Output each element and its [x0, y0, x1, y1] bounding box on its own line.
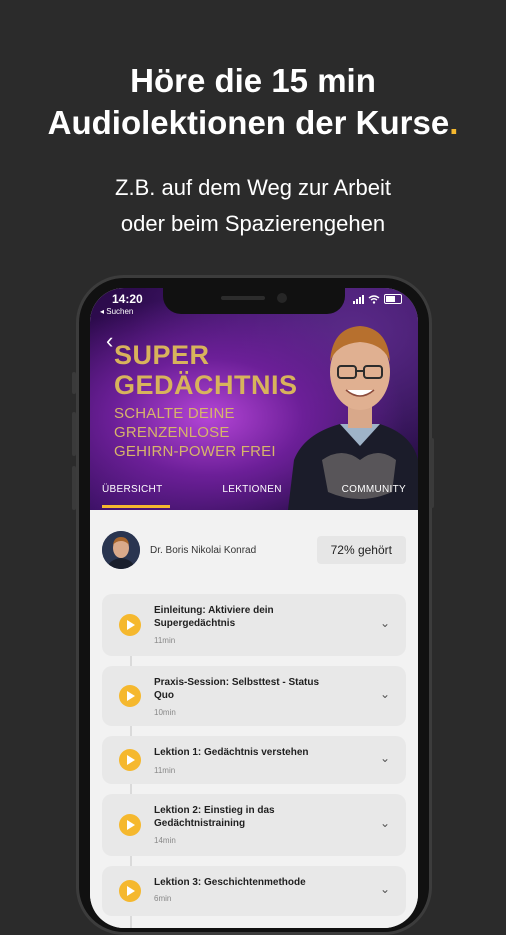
headline-dot: .: [449, 104, 459, 141]
progress-heard-badge: 72% gehört: [316, 536, 406, 564]
play-icon[interactable]: [119, 614, 141, 636]
headline-line-2-text: Audiolektionen der Kurse: [47, 104, 450, 141]
lesson-title: Einleitung: Aktiviere dein Supergedächtn…: [154, 605, 274, 629]
play-icon[interactable]: [119, 814, 141, 836]
lesson-title: Praxis-Session: Selbsttest - Status Quo: [154, 677, 320, 701]
headline: Höre die 15 min Audiolektionen der Kurse…: [0, 60, 506, 144]
battery-icon: [384, 294, 402, 304]
course-hero: ‹ SUPER GEDÄCHTNIS SCHALTE DEINE GRENZEN…: [90, 288, 418, 510]
front-camera: [277, 293, 287, 303]
back-chevron-icon[interactable]: ‹: [106, 328, 113, 354]
lesson-item[interactable]: Lektion 3: Geschichtenmethode 6min ⌄: [102, 866, 406, 916]
lesson-duration: 10min: [154, 708, 176, 717]
lesson-duration: 11min: [154, 636, 176, 645]
chevron-down-icon[interactable]: ⌄: [380, 616, 390, 630]
lesson-item[interactable]: Praxis-Session: Selbsttest - Status Quo …: [102, 666, 406, 726]
subline: Z.B. auf dem Weg zur Arbeit oder beim Sp…: [0, 170, 506, 242]
phone-screen: ‹ SUPER GEDÄCHTNIS SCHALTE DEINE GRENZEN…: [90, 288, 418, 928]
lesson-title: Lektion 2: Einstieg in das Gedächtnistra…: [154, 805, 275, 829]
course-claim-line-3: GEHIRN-POWER FREI: [114, 443, 276, 460]
back-to-search-link[interactable]: ◂ Suchen: [100, 307, 133, 316]
phone-side-button: [72, 466, 76, 510]
course-title-line-2: GEDÄCHTNIS: [114, 370, 298, 400]
lesson-duration: 11min: [154, 766, 176, 775]
speaker-grille: [221, 296, 265, 300]
lesson-title: Lektion 3: Geschichtenmethode: [154, 877, 306, 888]
play-icon[interactable]: [119, 749, 141, 771]
wifi-icon: [368, 294, 380, 304]
phone-side-button: [430, 438, 434, 508]
headline-line-2: Audiolektionen der Kurse.: [0, 102, 506, 144]
avatar-photo: [102, 531, 140, 569]
subline-line-2: oder beim Spazierengehen: [120, 211, 386, 236]
chevron-down-icon[interactable]: ⌄: [380, 882, 390, 896]
status-icons: [353, 294, 402, 304]
lesson-item[interactable]: Einleitung: Aktiviere dein Supergedächtn…: [102, 594, 406, 656]
lesson-duration: 6min: [154, 894, 172, 903]
author-name: Dr. Boris Nikolai Konrad: [150, 544, 257, 556]
chevron-down-icon[interactable]: ⌄: [380, 751, 390, 765]
author-row: Dr. Boris Nikolai Konrad 72% gehört: [102, 530, 406, 570]
tab-uebersicht[interactable]: ÜBERSICHT: [102, 476, 172, 510]
lesson-duration: 14min: [154, 836, 176, 845]
lesson-title: Lektion 1: Gedächtnis verstehen: [154, 747, 309, 758]
course-title: SUPER GEDÄCHTNIS: [114, 340, 298, 400]
chevron-down-icon[interactable]: ⌄: [380, 687, 390, 701]
play-icon[interactable]: [119, 685, 141, 707]
tab-lektionen[interactable]: LEKTIONEN: [222, 476, 281, 510]
course-tabs: ÜBERSICHT LEKTIONEN COMMUNITY: [90, 476, 418, 510]
course-claim: SCHALTE DEINE GRENZENLOSE GEHIRN-POWER F…: [114, 404, 276, 461]
course-title-line-1: SUPER: [114, 340, 210, 370]
phone-side-button: [72, 372, 76, 394]
lesson-item[interactable]: Lektion 1: Gedächtnis verstehen 11min ⌄: [102, 736, 406, 784]
lesson-item[interactable]: Lektion 2: Einstieg in das Gedächtnistra…: [102, 794, 406, 856]
course-claim-line-2: GRENZENLOSE: [114, 424, 230, 441]
headline-line-1: Höre die 15 min: [130, 62, 376, 99]
subline-line-1: Z.B. auf dem Weg zur Arbeit: [115, 175, 391, 200]
signal-icon: [353, 294, 364, 304]
play-icon[interactable]: [119, 880, 141, 902]
chevron-down-icon[interactable]: ⌄: [380, 816, 390, 830]
avatar[interactable]: [102, 531, 140, 569]
phone-side-button: [72, 412, 76, 456]
phone-notch: [163, 288, 345, 314]
overview-content: Dr. Boris Nikolai Konrad 72% gehört Einl…: [90, 510, 418, 928]
course-claim-line-1: SCHALTE DEINE: [114, 405, 235, 422]
tab-community[interactable]: COMMUNITY: [342, 476, 406, 510]
status-time: 14:20: [112, 292, 143, 306]
